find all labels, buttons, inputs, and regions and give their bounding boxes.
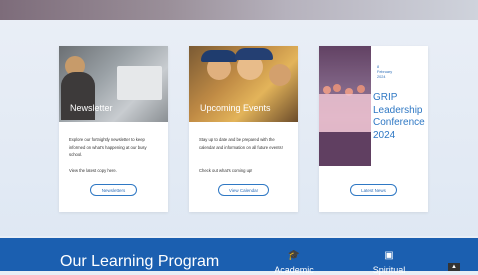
academic-link[interactable]: 🎓 Academic — [269, 251, 319, 275]
events-description: Stay up to date and be prepared with the… — [199, 137, 283, 150]
latest-news-button[interactable]: Latest News — [350, 184, 397, 196]
news-photo-overlay — [319, 46, 371, 166]
newsletter-cta-text: View the latest copy here. — [69, 168, 117, 173]
events-caption: Upcoming Events — [200, 103, 271, 113]
newsletters-button[interactable]: Newsletters — [90, 184, 137, 196]
learning-program-title: Our Learning Program — [60, 253, 220, 270]
events-card: Upcoming Events Stay up to date and be p… — [189, 46, 298, 212]
events-cta-text: Check out what's coming up! — [199, 168, 253, 173]
news-title: GRIP Leadership Conference 2024 — [373, 92, 425, 141]
bible-icon: ▣ — [384, 250, 394, 261]
news-card: 8 February 2024 GRIP Leadership Conferen… — [319, 46, 428, 212]
scroll-top-button[interactable]: ▲ — [448, 263, 460, 271]
newsletter-caption: Newsletter — [70, 103, 113, 113]
newsletter-image: Newsletter — [59, 46, 168, 122]
news-date-year: 2024 — [377, 75, 386, 79]
graduation-cap-icon: 🎓 — [287, 250, 301, 261]
learning-program-banner: Our Learning Program 🎓 Academic ▣ Spirit… — [0, 238, 478, 275]
newsletter-card: Newsletter Explore our fortnightly newsl… — [59, 46, 168, 212]
academic-label: Academic — [274, 265, 314, 275]
hero-image-strip — [0, 0, 478, 20]
news-date: 8 February 2024 — [377, 65, 392, 80]
view-calendar-button[interactable]: View Calendar — [218, 184, 269, 196]
spiritual-link[interactable]: ▣ Spiritual — [364, 251, 414, 275]
events-image: Upcoming Events — [189, 46, 298, 122]
newsletter-description: Explore our fortnightly newsletter to ke… — [69, 137, 147, 158]
spiritual-label: Spiritual — [372, 265, 406, 275]
chevron-up-icon: ▲ — [451, 264, 457, 270]
